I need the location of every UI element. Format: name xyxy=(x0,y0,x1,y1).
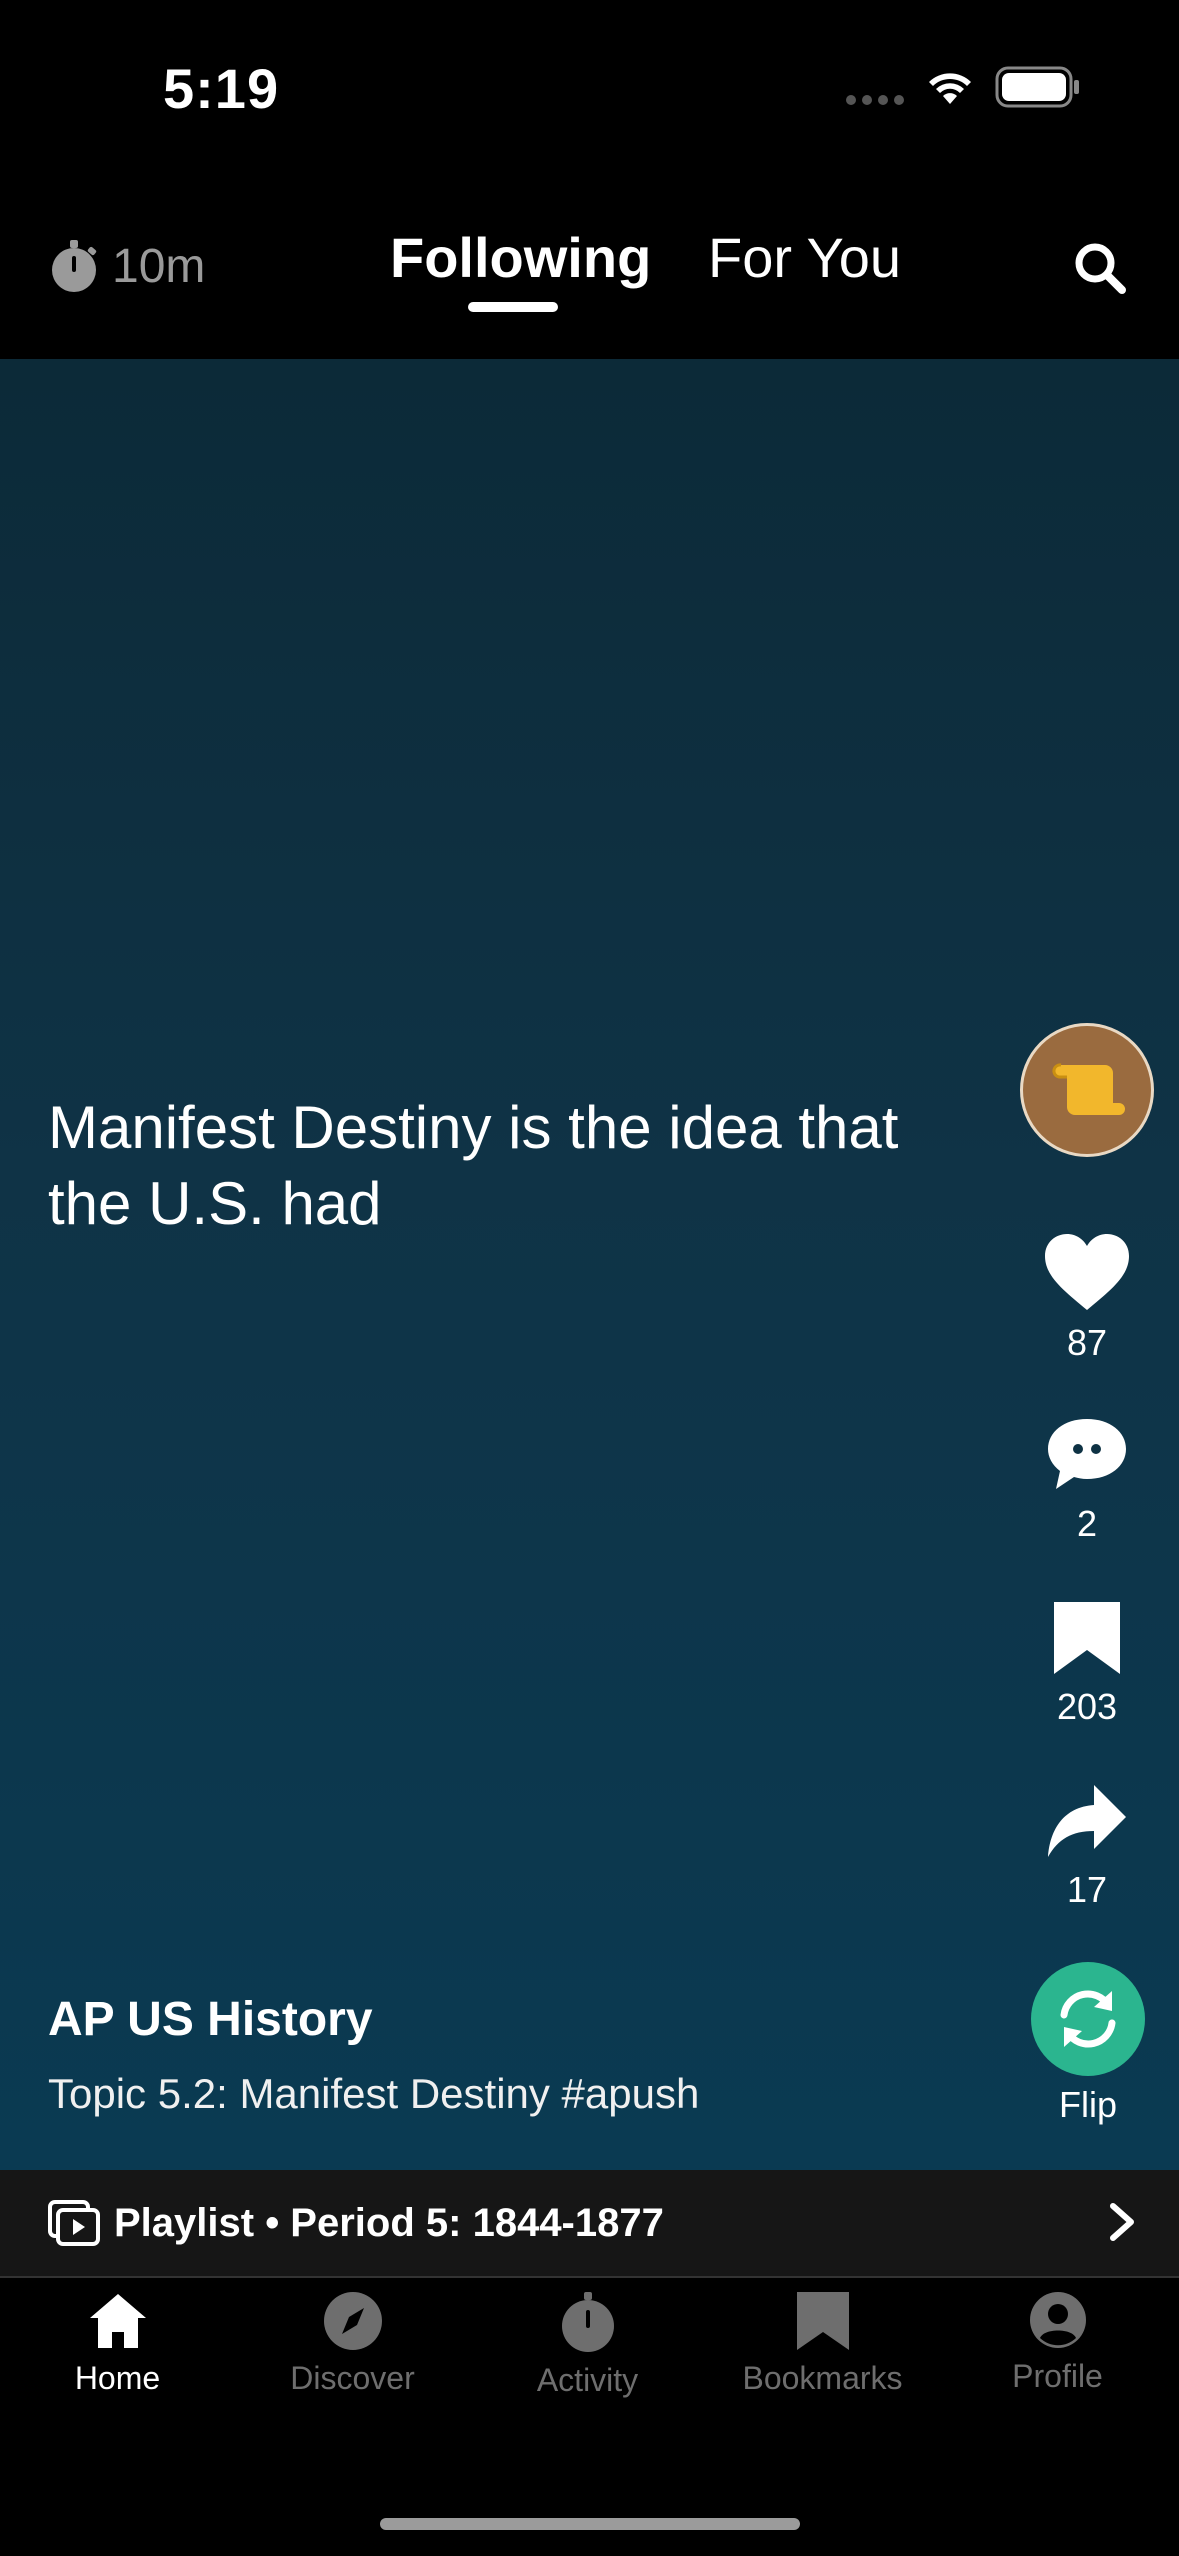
topic-description: Topic 5.2: Manifest Destiny #apush xyxy=(48,2070,700,2117)
tab-bookmarks[interactable]: Bookmarks xyxy=(705,2290,940,2397)
bookmark-icon xyxy=(796,2292,849,2350)
share-button[interactable]: 17 xyxy=(1020,1783,1154,1911)
bookmark-button[interactable]: 203 xyxy=(1020,1600,1154,1728)
home-indicator xyxy=(380,2518,800,2530)
like-button[interactable]: 87 xyxy=(1020,1232,1154,1364)
tab-discover[interactable]: Discover xyxy=(235,2290,470,2397)
timer-value: 10m xyxy=(112,239,206,293)
chevron-right-icon xyxy=(1110,2203,1134,2241)
playlist-label: Playlist • Period 5: 1844-1877 xyxy=(114,2200,664,2245)
search-icon[interactable] xyxy=(1072,240,1128,296)
tab-bookmarks-label: Bookmarks xyxy=(742,2360,903,2396)
share-arrow-icon xyxy=(1048,1785,1126,1857)
flip-label: Flip xyxy=(1058,2084,1117,2125)
tab-bar-divider xyxy=(0,2276,1179,2278)
tab-home-label: Home xyxy=(74,2360,161,2396)
stopwatch-icon xyxy=(561,2292,614,2352)
battery-icon xyxy=(995,66,1079,108)
bookmark-icon xyxy=(1054,1602,1120,1674)
cellular-signal-icon xyxy=(846,95,904,105)
tab-home[interactable]: Home xyxy=(0,2290,235,2397)
stopwatch-icon xyxy=(52,240,97,292)
status-time: 5:19 xyxy=(163,57,280,120)
comment-bubble-icon xyxy=(1048,1419,1126,1489)
flip-button[interactable]: Flip xyxy=(1030,1962,1146,2126)
active-tab-indicator xyxy=(468,302,558,312)
playlist-bar[interactable]: Playlist • Period 5: 1844-1877 xyxy=(0,2170,1179,2276)
heart-icon xyxy=(1045,1234,1129,1310)
tab-profile[interactable]: Profile xyxy=(940,2290,1175,2395)
scroll-icon xyxy=(1052,1063,1125,1115)
person-icon xyxy=(1029,2292,1086,2348)
compass-icon xyxy=(323,2292,382,2350)
comment-button[interactable]: 2 xyxy=(1020,1415,1154,1545)
flip-circle xyxy=(1031,1962,1145,2076)
tab-for-you[interactable]: For You xyxy=(708,225,901,290)
refresh-icon xyxy=(1060,1990,1116,2048)
comment-count: 2 xyxy=(1076,1503,1098,1544)
bookmark-count: 203 xyxy=(1056,1686,1118,1727)
tab-discover-label: Discover xyxy=(290,2360,415,2396)
session-timer[interactable]: 10m xyxy=(48,238,205,294)
playlist-icon xyxy=(48,2200,100,2246)
tab-profile-label: Profile xyxy=(1012,2358,1103,2394)
tab-following[interactable]: Following xyxy=(390,225,651,290)
tab-activity[interactable]: Activity xyxy=(470,2290,705,2399)
video-card[interactable] xyxy=(0,359,1179,2170)
share-count: 17 xyxy=(1066,1869,1108,1910)
course-title[interactable]: AP US History xyxy=(48,1992,373,2047)
like-count: 87 xyxy=(1066,1322,1108,1363)
wifi-icon xyxy=(929,73,971,104)
home-icon xyxy=(89,2294,146,2348)
creator-avatar[interactable] xyxy=(1020,1023,1154,1157)
video-caption: Manifest Destiny is the idea that the U.… xyxy=(48,1094,899,1237)
tab-activity-label: Activity xyxy=(536,2362,639,2398)
